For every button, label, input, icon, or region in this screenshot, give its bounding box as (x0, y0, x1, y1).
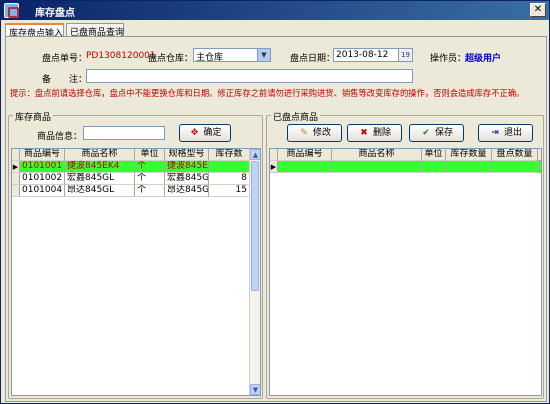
cell-stock-qty (446, 161, 492, 173)
stock-items-group: 库存商品 商品信息： ✥ 确定 商品编号 商品名称 单位 规格型号 库存数 ▶ 0… (8, 110, 263, 399)
col-unit[interactable]: 单位 (422, 149, 446, 161)
inventory-check-window: 库存盘点 ✕ 库存盘点输入 已盘商品查询 盘点单号： PD1308120001 … (0, 0, 550, 404)
date-picker[interactable]: 2013-08-12 19 (333, 48, 413, 62)
stock-grid-header: 商品编号 商品名称 单位 规格型号 库存数 (12, 149, 250, 161)
header-indicator (12, 149, 20, 161)
x-icon: ✖ (360, 128, 368, 138)
table-row[interactable]: 0101002 宏鑫845GL 个 宏鑫845GL 8 (12, 173, 250, 185)
cell-qty: 8 (209, 173, 250, 185)
calendar-icon[interactable]: 19 (398, 49, 412, 61)
tab-checked-query[interactable]: 已盘商品查询 (66, 23, 124, 38)
cell-name: 捷波845EK4 (65, 161, 135, 173)
checked-grid-header: 商品编号 商品名称 单位 库存数量 盘点数量 (270, 149, 541, 161)
col-spec[interactable]: 规格型号 (165, 149, 209, 161)
cell-name: 昂达845GL (65, 185, 135, 197)
cell-name (332, 161, 422, 173)
remark-input[interactable] (86, 69, 413, 83)
col-code[interactable]: 商品编号 (278, 149, 332, 161)
col-code[interactable]: 商品编号 (20, 149, 65, 161)
tab-panel: 盘点单号： PD1308120001 盘点仓库： 主仓库 ▼ 盘点日期： 201… (5, 36, 547, 402)
row-pointer-icon: ▶ (270, 161, 278, 173)
search-input[interactable] (83, 126, 165, 140)
chevron-down-icon[interactable]: ▼ (257, 49, 270, 61)
close-button[interactable]: ✕ (530, 3, 546, 17)
col-qty[interactable]: 库存数 (209, 149, 250, 161)
cell-code: 0101002 (20, 173, 65, 185)
cell-check-qty (492, 161, 538, 173)
confirm-label: 确定 (203, 128, 222, 138)
row-indicator (12, 185, 20, 197)
save-button[interactable]: ✔ 保存 (409, 124, 464, 142)
cell-spec: 捷波845EK4 (165, 161, 209, 173)
cell-code: 0101001 (20, 161, 65, 173)
col-unit[interactable]: 单位 (135, 149, 165, 161)
row-indicator (12, 173, 20, 185)
remark-label: 备 注： (42, 75, 88, 85)
scroll-thumb[interactable] (251, 161, 259, 291)
table-row[interactable]: 0101004 昂达845GL 个 昂达845GL 15 (12, 185, 250, 197)
checked-items-group: 已盘点商品 ✎ 修改 ✖ 删除 ✔ 保存 ⇥ 退出 商品编号 商品名称 单位 库存数量 (266, 110, 544, 399)
pencil-icon: ✎ (300, 128, 308, 138)
exit-label: 退出 (503, 128, 522, 138)
col-name[interactable]: 商品名称 (65, 149, 135, 161)
edit-button[interactable]: ✎ 修改 (287, 124, 342, 142)
cell-unit: 个 (135, 161, 165, 173)
cell-unit: 个 (135, 173, 165, 185)
warehouse-select[interactable]: 主仓库 ▼ (193, 48, 271, 63)
operator-value: 超级用户 (465, 54, 502, 64)
search-label: 商品信息： (37, 132, 83, 142)
warehouse-label: 盘点仓库： (148, 54, 194, 64)
warehouse-value: 主仓库 (196, 53, 224, 63)
cell-qty (209, 161, 250, 173)
row-pointer-icon: ▶ (12, 161, 20, 173)
date-value: 2013-08-12 (336, 50, 389, 60)
confirm-button[interactable]: ✥ 确定 (179, 124, 231, 142)
delete-button[interactable]: ✖ 删除 (347, 124, 402, 142)
checked-items-title: 已盘点商品 (271, 110, 321, 123)
cell-qty: 15 (209, 185, 250, 197)
save-label: 保存 (434, 128, 453, 138)
stock-items-title: 库存商品 (13, 110, 54, 123)
cell-name: 宏鑫845GL (65, 173, 135, 185)
title-bar[interactable]: 库存盘点 ✕ (1, 1, 549, 20)
scroll-down-icon[interactable]: ▼ (250, 384, 260, 395)
checked-items-grid[interactable]: 商品编号 商品名称 单位 库存数量 盘点数量 ▶ (269, 148, 542, 396)
cell-unit (422, 161, 446, 173)
cell-spec: 宏鑫845GL (165, 173, 209, 185)
delete-label: 删除 (372, 128, 391, 138)
check-icon: ✔ (422, 128, 430, 138)
date-label: 盘点日期： (290, 54, 336, 64)
table-row[interactable]: ▶ (270, 161, 541, 173)
col-check-qty[interactable]: 盘点数量 (492, 149, 538, 161)
scroll-up-icon[interactable]: ▲ (250, 149, 260, 160)
col-stock-qty[interactable]: 库存数量 (446, 149, 492, 161)
cell-code (278, 161, 332, 173)
check-no-label: 盘点单号： (42, 54, 88, 64)
stock-items-grid[interactable]: 商品编号 商品名称 单位 规格型号 库存数 ▶ 0101001 捷波845EK4… (11, 148, 261, 396)
header-indicator (270, 149, 278, 161)
cell-unit: 个 (135, 185, 165, 197)
check-no-value: PD1308120001 (86, 51, 156, 61)
table-row[interactable]: ▶ 0101001 捷波845EK4 个 捷波845EK4 (12, 161, 250, 173)
hint-text: 提示：盘点前请选择仓库，盘点中不能更换仓库和日期。修正库存之前请勿进行采购进货、… (10, 88, 525, 98)
exit-button[interactable]: ⇥ 退出 (478, 124, 533, 142)
stock-grid-scrollbar[interactable]: ▲ ▼ (249, 149, 260, 395)
col-name[interactable]: 商品名称 (332, 149, 422, 161)
window-title: 库存盘点 (35, 8, 75, 19)
cell-spec: 昂达845GL (165, 185, 209, 197)
confirm-icon: ✥ (190, 128, 199, 138)
edit-label: 修改 (312, 128, 331, 138)
cell-code: 0101004 (20, 185, 65, 197)
app-icon (4, 3, 19, 18)
exit-icon: ⇥ (491, 128, 499, 138)
operator-label: 操作员： (430, 54, 467, 64)
